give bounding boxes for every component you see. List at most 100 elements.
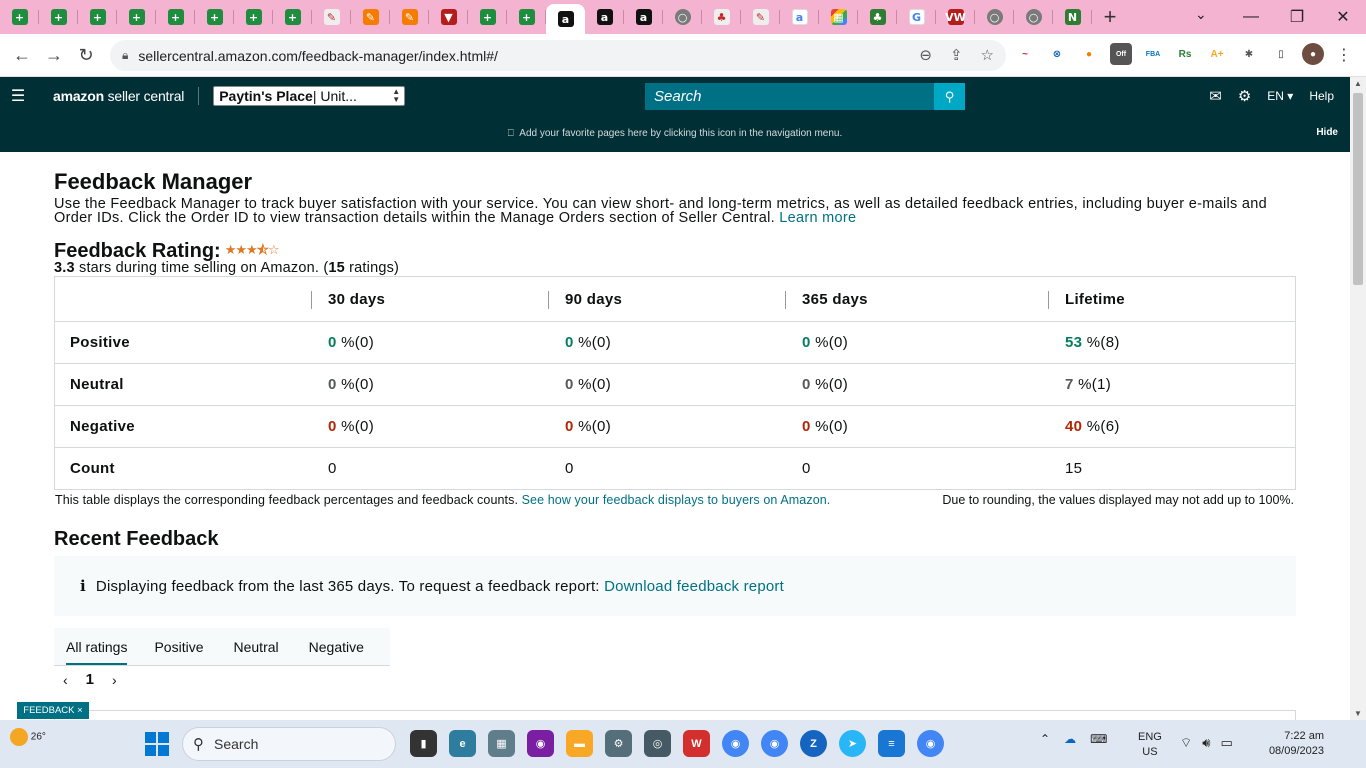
extension-icon[interactable]: Off bbox=[1110, 43, 1132, 65]
scroll-up-icon[interactable]: ▲ bbox=[1354, 79, 1362, 88]
current-page[interactable]: 1 bbox=[86, 671, 94, 688]
chevron-up-icon[interactable]: ⌃ bbox=[1040, 732, 1050, 746]
browser-tab[interactable]: ♣ bbox=[858, 0, 897, 34]
next-page-icon[interactable]: › bbox=[112, 672, 117, 688]
learn-more-link[interactable]: Learn more bbox=[779, 210, 856, 226]
tab-negative[interactable]: Negative bbox=[294, 628, 379, 666]
browser-tab[interactable]: + bbox=[117, 0, 156, 34]
edge-icon[interactable]: e bbox=[449, 730, 476, 757]
browser-tab[interactable]: ▼ bbox=[429, 0, 468, 34]
language-indicator[interactable]: ENG US bbox=[1138, 730, 1162, 760]
scroll-down-icon[interactable]: ▼ bbox=[1354, 709, 1362, 718]
page-scrollbar[interactable]: ▲ ▼ bbox=[1350, 77, 1366, 720]
browser-tab[interactable]: + bbox=[78, 0, 117, 34]
browser-tab[interactable]: ✎ bbox=[351, 0, 390, 34]
tab-search-chevron-icon[interactable]: ⌄ bbox=[1195, 6, 1207, 23]
share-icon[interactable]: ⇪ bbox=[950, 46, 963, 64]
browser-tab[interactable]: ▦ bbox=[819, 0, 858, 34]
store-selector[interactable]: Paytin's Place | Unit... ▲ ▼ bbox=[213, 86, 406, 106]
calculator-icon[interactable]: ▦ bbox=[488, 730, 515, 757]
extension-icon[interactable]: ~ bbox=[1014, 43, 1036, 65]
puzzle-icon[interactable]: ✱ bbox=[1238, 43, 1260, 65]
keyboard-icon[interactable]: ⌨ bbox=[1090, 732, 1107, 746]
restore-icon[interactable]: ❐ bbox=[1274, 7, 1320, 27]
address-bar[interactable]: 🔒︎ sellercentral.amazon.com/feedback-man… bbox=[110, 40, 1006, 71]
extension-icon[interactable]: Rs bbox=[1174, 43, 1196, 65]
language-selector[interactable]: EN ▾ bbox=[1267, 89, 1293, 103]
app-icon[interactable]: ◉ bbox=[527, 730, 554, 757]
extension-icon[interactable]: A+ bbox=[1206, 43, 1228, 65]
browser-tab[interactable]: ○ bbox=[975, 0, 1014, 34]
taskbar-clock[interactable]: 7:22 am 08/09/2023 bbox=[1269, 729, 1324, 759]
taskbar-search[interactable]: ⚲ Search bbox=[182, 727, 396, 761]
download-report-link[interactable]: Download feedback report bbox=[604, 578, 784, 595]
hamburger-menu-icon[interactable]: ☰ bbox=[0, 86, 36, 106]
browser-tab-active[interactable]: a bbox=[546, 4, 585, 34]
extension-icon[interactable]: ⊗ bbox=[1046, 43, 1068, 65]
extension-icon[interactable]: ● bbox=[1078, 43, 1100, 65]
browser-tab[interactable]: ♣ bbox=[702, 0, 741, 34]
browser-tab[interactable]: + bbox=[234, 0, 273, 34]
back-arrow-icon[interactable]: ← bbox=[6, 45, 38, 66]
browser-tab[interactable]: ○ bbox=[663, 0, 702, 34]
browser-tab[interactable]: N bbox=[1053, 0, 1092, 34]
browser-tab[interactable]: VW bbox=[936, 0, 975, 34]
browser-tab[interactable]: + bbox=[468, 0, 507, 34]
browser-tab[interactable]: a bbox=[585, 0, 624, 34]
tab-neutral[interactable]: Neutral bbox=[219, 628, 294, 666]
browser-tab[interactable]: + bbox=[39, 0, 78, 34]
more-menu-icon[interactable]: ⋮ bbox=[1336, 45, 1352, 65]
new-tab-button[interactable]: + bbox=[1092, 0, 1128, 34]
browser-tab[interactable]: a bbox=[780, 0, 819, 34]
task-view-icon[interactable]: ▮ bbox=[410, 730, 437, 757]
browser-tab[interactable]: + bbox=[0, 0, 39, 34]
zoom-icon[interactable]: ⊖ bbox=[919, 46, 932, 64]
notepad-icon[interactable]: ≡ bbox=[878, 730, 905, 757]
browser-tab[interactable]: G bbox=[897, 0, 936, 34]
browser-tab[interactable]: ✎ bbox=[312, 0, 351, 34]
browser-tab[interactable]: ○ bbox=[1014, 0, 1053, 34]
help-link[interactable]: Help bbox=[1309, 89, 1334, 103]
folder-icon[interactable]: ▬ bbox=[566, 730, 593, 757]
hide-bookmarks-button[interactable]: Hide bbox=[1316, 127, 1338, 138]
browser-tab[interactable]: ✎ bbox=[390, 0, 429, 34]
onedrive-icon[interactable]: ☁ bbox=[1064, 732, 1076, 746]
bookmark-star-icon[interactable]: ☆ bbox=[981, 46, 994, 64]
chrome-icon[interactable]: ◉ bbox=[917, 730, 944, 757]
prev-page-icon[interactable]: ‹ bbox=[63, 672, 68, 688]
feedback-widget-button[interactable]: FEEDBACK × bbox=[17, 702, 89, 719]
telegram-icon[interactable]: ➤ bbox=[839, 730, 866, 757]
browser-tab[interactable]: + bbox=[507, 0, 546, 34]
reload-icon[interactable]: ↻ bbox=[70, 45, 102, 66]
browser-tab[interactable]: ✎ bbox=[741, 0, 780, 34]
wps-icon[interactable]: W bbox=[683, 730, 710, 757]
tab-all-ratings[interactable]: All ratings bbox=[54, 628, 139, 666]
seller-central-logo[interactable]: amazon seller central bbox=[53, 88, 184, 104]
minimize-icon[interactable]: — bbox=[1228, 8, 1274, 26]
forward-arrow-icon[interactable]: → bbox=[38, 45, 70, 66]
tab-positive[interactable]: Positive bbox=[139, 628, 218, 666]
settings-icon[interactable]: ⚙ bbox=[605, 730, 632, 757]
scrollbar-thumb[interactable] bbox=[1353, 93, 1363, 285]
browser-tab[interactable]: + bbox=[195, 0, 234, 34]
browser-tab[interactable]: + bbox=[156, 0, 195, 34]
chrome-icon[interactable]: ◉ bbox=[761, 730, 788, 757]
weather-widget[interactable]: 26° bbox=[10, 728, 46, 746]
mail-icon[interactable]: ✉ bbox=[1209, 87, 1222, 105]
status-icons[interactable]: ⌔ 🔊︎ ▭ bbox=[1180, 735, 1233, 751]
seller-search[interactable]: Search ⚲ bbox=[645, 83, 965, 110]
search-input[interactable]: Search bbox=[645, 83, 934, 110]
camera-icon[interactable]: ◎ bbox=[644, 730, 671, 757]
gear-icon[interactable]: ⚙ bbox=[1238, 87, 1251, 105]
feedback-display-link[interactable]: See how your feedback displays to buyers… bbox=[522, 493, 831, 507]
search-icon[interactable]: ⚲ bbox=[934, 83, 965, 110]
browser-tab[interactable]: a bbox=[624, 0, 663, 34]
browser-tab[interactable]: + bbox=[273, 0, 312, 34]
windows-start-icon[interactable] bbox=[145, 732, 169, 756]
profile-avatar[interactable]: ● bbox=[1302, 43, 1324, 65]
zoom-app-icon[interactable]: Z bbox=[800, 730, 827, 757]
chrome-icon[interactable]: ◉ bbox=[722, 730, 749, 757]
side-panel-icon[interactable]: ▯ bbox=[1270, 43, 1292, 65]
close-window-icon[interactable]: ✕ bbox=[1320, 7, 1366, 27]
extension-icon[interactable]: FBA bbox=[1142, 43, 1164, 65]
